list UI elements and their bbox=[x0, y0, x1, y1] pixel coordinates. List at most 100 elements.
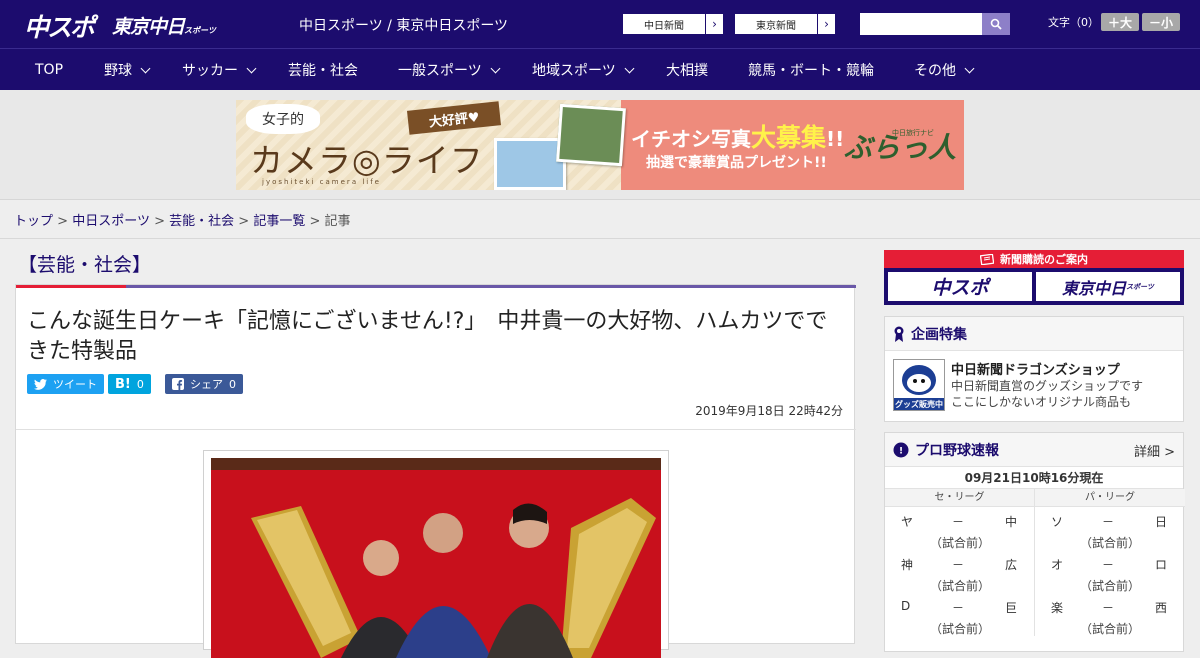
facebook-share-button[interactable]: シェア 0 bbox=[165, 374, 243, 394]
subscribe-chuspo-button[interactable]: 中スポ bbox=[888, 272, 1032, 301]
tokyo-logo-suffix: スポーツ bbox=[184, 26, 216, 35]
dragons-shop-description: 中日新聞直営のグッズショップです ここにしかないオリジナル商品も bbox=[951, 378, 1143, 410]
subscribe-tokyo-chunichi-button[interactable]: 東京中日 スポーツ bbox=[1036, 272, 1180, 301]
nav-item-entertainment[interactable]: 芸能・社会 bbox=[288, 49, 358, 91]
subscription-heading-text: 新聞購読のご案内 bbox=[1000, 253, 1088, 266]
team-home: 神 bbox=[901, 558, 914, 572]
nav-item-baseball[interactable]: 野球 bbox=[104, 49, 151, 91]
breadcrumb-separator: > bbox=[238, 214, 250, 229]
article-date: 2019年9月18日 22時42分 bbox=[695, 404, 843, 418]
pacific-league: パ・リーグ ソ － 日 （試合前） オ － ロ （試合前） 楽 － 西 （試合前… bbox=[1035, 489, 1185, 636]
game-row[interactable]: オ － ロ （試合前） bbox=[1035, 550, 1185, 593]
team-home: オ bbox=[1051, 558, 1064, 572]
breadcrumb-article-list[interactable]: 記事一覧 bbox=[253, 214, 305, 229]
search-input[interactable] bbox=[860, 13, 982, 35]
game-status: （試合前） bbox=[1079, 622, 1140, 636]
tweet-button[interactable]: ツイート bbox=[27, 374, 104, 394]
nav-item-racing[interactable]: 競馬・ボート・競輪 bbox=[748, 49, 874, 91]
scores-title: プロ野球速報 bbox=[915, 442, 999, 459]
league-name: セ・リーグ bbox=[885, 489, 1034, 507]
article-photo[interactable] bbox=[203, 450, 669, 658]
team-home: ヤ bbox=[901, 515, 914, 529]
hatena-bookmark-button[interactable]: B! 0 bbox=[108, 374, 151, 394]
baseball-icon: ! bbox=[893, 442, 909, 457]
nav-label: 野球 bbox=[104, 63, 132, 79]
chevron-right-icon: › bbox=[817, 14, 835, 34]
chuspo-logo[interactable]: 中スポ bbox=[24, 8, 95, 44]
newspaper-icon bbox=[980, 253, 994, 265]
nav-item-soccer[interactable]: サッカー bbox=[182, 49, 257, 91]
font-smaller-button[interactable]: －小 bbox=[1142, 13, 1180, 31]
baseball-scores-panel: ! プロ野球速報 詳細 > 09月21日10時16分現在 セ・リーグ ヤ － 中… bbox=[884, 432, 1185, 652]
team-home: 楽 bbox=[1051, 601, 1064, 615]
game-row[interactable]: ヤ － 中 （試合前） bbox=[885, 507, 1034, 550]
search-button[interactable] bbox=[982, 13, 1010, 35]
game-status: （試合前） bbox=[1079, 536, 1140, 550]
nav-label: TOP bbox=[35, 62, 64, 78]
banner-headline-post: !! bbox=[826, 127, 845, 151]
chevron-down-icon bbox=[964, 63, 975, 73]
game-row[interactable]: 神 － 広 （試合前） bbox=[885, 550, 1034, 593]
breadcrumb-current: 記事 bbox=[324, 214, 351, 229]
chevron-down-icon bbox=[624, 63, 635, 73]
nav-item-others[interactable]: その他 bbox=[914, 49, 975, 91]
nav-item-sumo[interactable]: 大相撲 bbox=[666, 49, 708, 91]
facebook-icon bbox=[172, 378, 184, 390]
feature-panel-head: 企画特集 bbox=[885, 317, 1183, 351]
game-status: （試合前） bbox=[1079, 579, 1140, 593]
nav-item-local-sports[interactable]: 地域スポーツ bbox=[532, 49, 635, 91]
league-columns: セ・リーグ ヤ － 中 （試合前） 神 － 広 （試合前） D － 巨 （試合前… bbox=[885, 489, 1185, 649]
chevron-right-icon: › bbox=[705, 14, 723, 34]
breadcrumb-separator: > bbox=[309, 214, 321, 229]
game-score: － bbox=[952, 601, 965, 615]
breadcrumb-separator: > bbox=[57, 214, 69, 229]
tokyo-shimbun-link[interactable]: 東京新聞 › bbox=[734, 13, 836, 35]
search-icon bbox=[990, 18, 1002, 30]
dragons-shop-link[interactable]: 中日新聞ドラゴンズショップ bbox=[951, 359, 1120, 378]
scores-panel-head: ! プロ野球速報 詳細 > bbox=[885, 433, 1183, 467]
banner-photo bbox=[556, 103, 626, 167]
nav-item-top[interactable]: TOP bbox=[35, 49, 63, 91]
nav-label: 大相撲 bbox=[666, 63, 708, 79]
feature-title: 企画特集 bbox=[911, 326, 967, 343]
banner-headline-big: 大募集 bbox=[751, 123, 827, 152]
ribbon-icon bbox=[894, 326, 904, 342]
site-name: 中日スポーツ / 東京中日スポーツ bbox=[299, 18, 509, 34]
banner-subtitle: jyoshiteki camera life bbox=[262, 178, 381, 186]
chevron-down-icon bbox=[490, 63, 501, 73]
scores-detail-link[interactable]: 詳細 > bbox=[1134, 441, 1175, 460]
article-divider bbox=[16, 429, 856, 430]
desc-line: 中日新聞直営のグッズショップです bbox=[951, 379, 1144, 393]
subscription-box: 新聞購読のご案内 中スポ 東京中日 スポーツ bbox=[884, 250, 1184, 305]
svg-text:!: ! bbox=[899, 446, 903, 456]
banner-headline: イチオシ写真大募集!! bbox=[631, 118, 844, 154]
breadcrumb-chunichi-sports[interactable]: 中日スポーツ bbox=[72, 214, 150, 229]
chevron-down-icon bbox=[140, 63, 151, 73]
breadcrumb-top[interactable]: トップ bbox=[14, 214, 53, 229]
camera-life-banner-ad[interactable]: 女子的 カメラ◎ライフ jyoshiteki camera life 大好評♥ … bbox=[236, 100, 964, 190]
tokyo-chunichi-logo[interactable]: 東京中日スポーツ bbox=[112, 12, 216, 39]
nav-label: 競馬・ボート・競輪 bbox=[748, 63, 874, 79]
feature-panel: 企画特集 グッズ販売中 中日新聞ドラゴンズショップ 中日新聞直営のグッズショップ… bbox=[884, 316, 1184, 422]
team-away: 中 bbox=[1005, 515, 1018, 529]
chunichi-shimbun-link[interactable]: 中日新聞 › bbox=[622, 13, 724, 35]
hatena-b-icon: B! bbox=[115, 376, 131, 392]
main-nav: TOP 野球 サッカー 芸能・社会 一般スポーツ 地域スポーツ 大相撲 競馬・ボ… bbox=[0, 48, 1200, 90]
league-name: パ・リーグ bbox=[1035, 489, 1185, 507]
banner-title: カメラ◎ライフ bbox=[250, 141, 484, 180]
game-row[interactable]: ソ － 日 （試合前） bbox=[1035, 507, 1185, 550]
nav-item-general-sports[interactable]: 一般スポーツ bbox=[398, 49, 501, 91]
banner-headline-pre: イチオシ写真 bbox=[631, 127, 751, 151]
chevron-down-icon bbox=[246, 63, 257, 73]
breadcrumb-divider bbox=[0, 238, 1200, 239]
desc-line: ここにしかないオリジナル商品も bbox=[951, 395, 1132, 409]
game-score: － bbox=[1102, 558, 1115, 572]
top-rule-red bbox=[16, 285, 126, 288]
top-rule-purple bbox=[126, 285, 856, 288]
press-event-photo bbox=[211, 458, 661, 658]
article-card: こんな誕生日ケーキ「記憶にございません!?」 中井貴一の大好物、ハムカツでできた… bbox=[15, 284, 856, 658]
subscription-heading: 新聞購読のご案内 bbox=[884, 250, 1184, 268]
font-larger-button[interactable]: ＋大 bbox=[1101, 13, 1139, 31]
breadcrumb-entertainment[interactable]: 芸能・社会 bbox=[169, 214, 234, 229]
article-headline: こんな誕生日ケーキ「記憶にございません!?」 中井貴一の大好物、ハムカツでできた… bbox=[27, 309, 828, 364]
